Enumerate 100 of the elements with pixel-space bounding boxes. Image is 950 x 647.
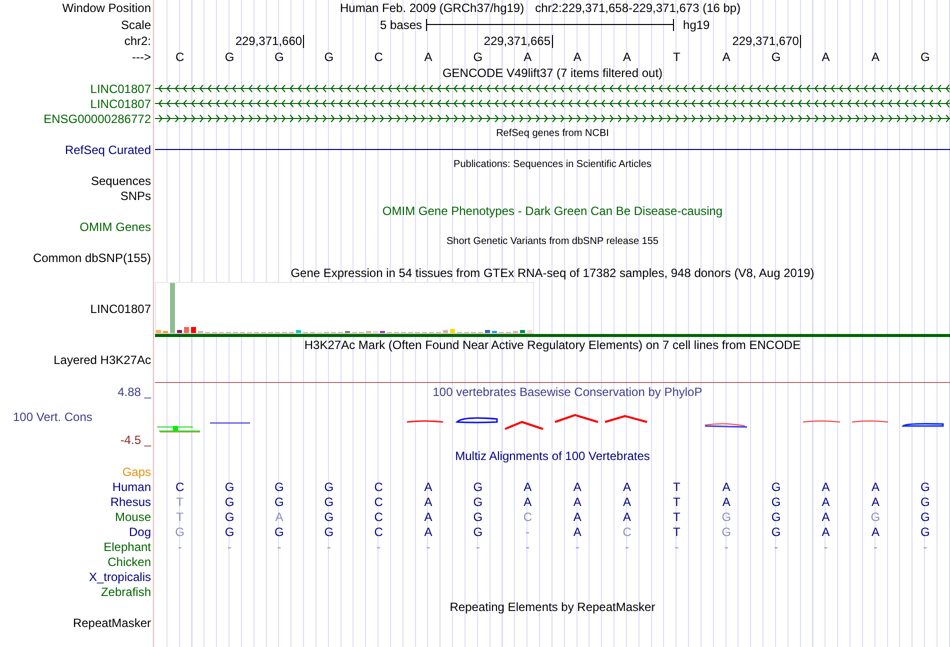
base-letter: - <box>425 540 432 554</box>
position-label: chr2:229,371,658-229,371,673 (16 bp) <box>535 0 741 17</box>
base-letter: C <box>373 494 384 508</box>
base-letter: - <box>922 540 928 554</box>
base-letter: G <box>472 480 484 494</box>
base-letter: T <box>175 494 185 508</box>
base-letter: C <box>373 524 384 538</box>
base-letter: C <box>373 480 384 494</box>
track-label: Mouse <box>114 510 151 524</box>
base-letter: A <box>572 50 582 64</box>
base-letter: - <box>226 540 233 554</box>
base-letter: G <box>323 50 335 64</box>
base-letter: G <box>720 510 732 524</box>
track-label: X_tropicalis <box>88 570 151 584</box>
base-letter: T <box>175 510 185 524</box>
base-letter: - <box>574 540 580 554</box>
track-label: Common dbSNP(155) <box>32 250 151 264</box>
track-label: LINC01807 <box>90 302 151 316</box>
track-label: ---> <box>132 50 151 64</box>
base-letter: A <box>274 510 284 524</box>
track-label: LINC01807 <box>90 82 151 96</box>
base-letter: G <box>472 494 484 508</box>
base-letter: A <box>870 50 880 64</box>
base-letter: G <box>472 510 484 524</box>
base-letter: A <box>572 524 582 538</box>
base-letter: G <box>919 50 931 64</box>
base-letter: A <box>522 494 533 508</box>
base-letter: G <box>323 480 335 494</box>
track-title: Short Genetic Variants from dbSNP release 155 <box>446 236 658 248</box>
base-letter: - <box>674 540 680 554</box>
track-label: Layered H3K27Ac <box>54 353 151 367</box>
track-title: Multiz Alignments of 100 Vertebrates <box>455 448 650 464</box>
track-label: Gaps <box>122 464 151 478</box>
base-letter: - <box>176 540 183 554</box>
base-letter: A <box>423 510 434 524</box>
base-letter: A <box>870 524 880 538</box>
base-letter: - <box>872 540 878 554</box>
axis-min-label: -4.5 _ <box>120 432 151 448</box>
base-letter: - <box>524 540 531 554</box>
base-letter: T <box>672 494 682 508</box>
base-letter: G <box>472 524 484 538</box>
base-letter: G <box>770 510 782 524</box>
track-label: LINC01807 <box>90 96 151 110</box>
axis-max-label: 4.88 _ <box>118 384 151 401</box>
base-letter: A <box>820 494 831 508</box>
base-letter: G <box>274 494 285 508</box>
track-label: Sequences <box>90 174 151 188</box>
track-title: Gene Expression in 54 tissues from GTEx RNA-seq of 17382 samples, 948 donors (V8, Aug 2019) <box>290 265 814 281</box>
base-letter: G <box>323 494 335 508</box>
base-letter: - <box>276 540 282 554</box>
assembly-label: Human Feb. 2009 (GRCh37/hg19) <box>340 0 524 17</box>
base-letter: A <box>721 494 732 508</box>
base-letter: A <box>870 480 880 494</box>
base-letter: G <box>770 50 782 64</box>
base-letter: A <box>820 480 831 494</box>
base-letter: G <box>770 480 782 494</box>
base-letter: G <box>224 510 236 524</box>
base-letter: G <box>919 480 931 494</box>
base-letter: G <box>323 524 335 538</box>
base-letter: A <box>622 510 632 524</box>
base-letter: A <box>820 50 831 64</box>
base-letter: G <box>224 480 236 494</box>
track-title: RefSeq genes from NCBI <box>496 128 609 140</box>
track-title: OMIM Gene Phenotypes - Dark Green Can Be Disease-causing <box>382 203 723 219</box>
base-letter: - <box>822 540 829 554</box>
base-letter: G <box>472 50 484 64</box>
track-title: Repeating Elements by RepeatMasker <box>450 599 656 615</box>
base-letter: - <box>326 540 332 554</box>
base-letter: A <box>622 480 632 494</box>
base-letter: G <box>274 524 285 538</box>
track-label: Zebrafish <box>100 584 151 598</box>
track-label: chr2: <box>124 34 151 48</box>
base-letter: C <box>373 50 384 64</box>
base-letter: A <box>820 524 831 538</box>
base-letter: G <box>919 524 931 538</box>
base-letter: A <box>721 50 732 64</box>
base-letter: T <box>672 480 682 494</box>
track-label: Window Position <box>62 1 151 15</box>
coordinate-label: 229,371,665 <box>453 34 552 48</box>
base-letter: C <box>174 480 186 494</box>
base-letter: G <box>770 494 782 508</box>
base-letter: A <box>423 524 434 538</box>
track-label: Dog <box>128 524 151 538</box>
scale-label: 5 bases <box>380 16 422 34</box>
track-title: 100 vertebrates Basewise Conservation by PhyloP <box>432 385 702 399</box>
base-letter: A <box>721 480 732 494</box>
track-label: ENSG00000286772 <box>44 112 151 126</box>
base-letter: C <box>174 50 186 64</box>
coordinate-label: 229,371,670 <box>702 34 801 48</box>
base-letter: - <box>773 540 780 554</box>
base-letter: - <box>474 540 481 554</box>
base-letter: G <box>323 510 335 524</box>
track-title: H3K27Ac Mark (Often Found Near Active Regulatory Elements) on 7 cell lines from ENCODE <box>304 337 801 353</box>
base-letter: C <box>373 510 384 524</box>
base-letter: G <box>919 494 931 508</box>
track-label: Chicken <box>108 554 151 568</box>
assembly-label: hg19 <box>683 16 710 34</box>
base-letter: C <box>622 524 632 538</box>
base-letter: - <box>624 540 630 554</box>
base-letter: A <box>820 510 831 524</box>
